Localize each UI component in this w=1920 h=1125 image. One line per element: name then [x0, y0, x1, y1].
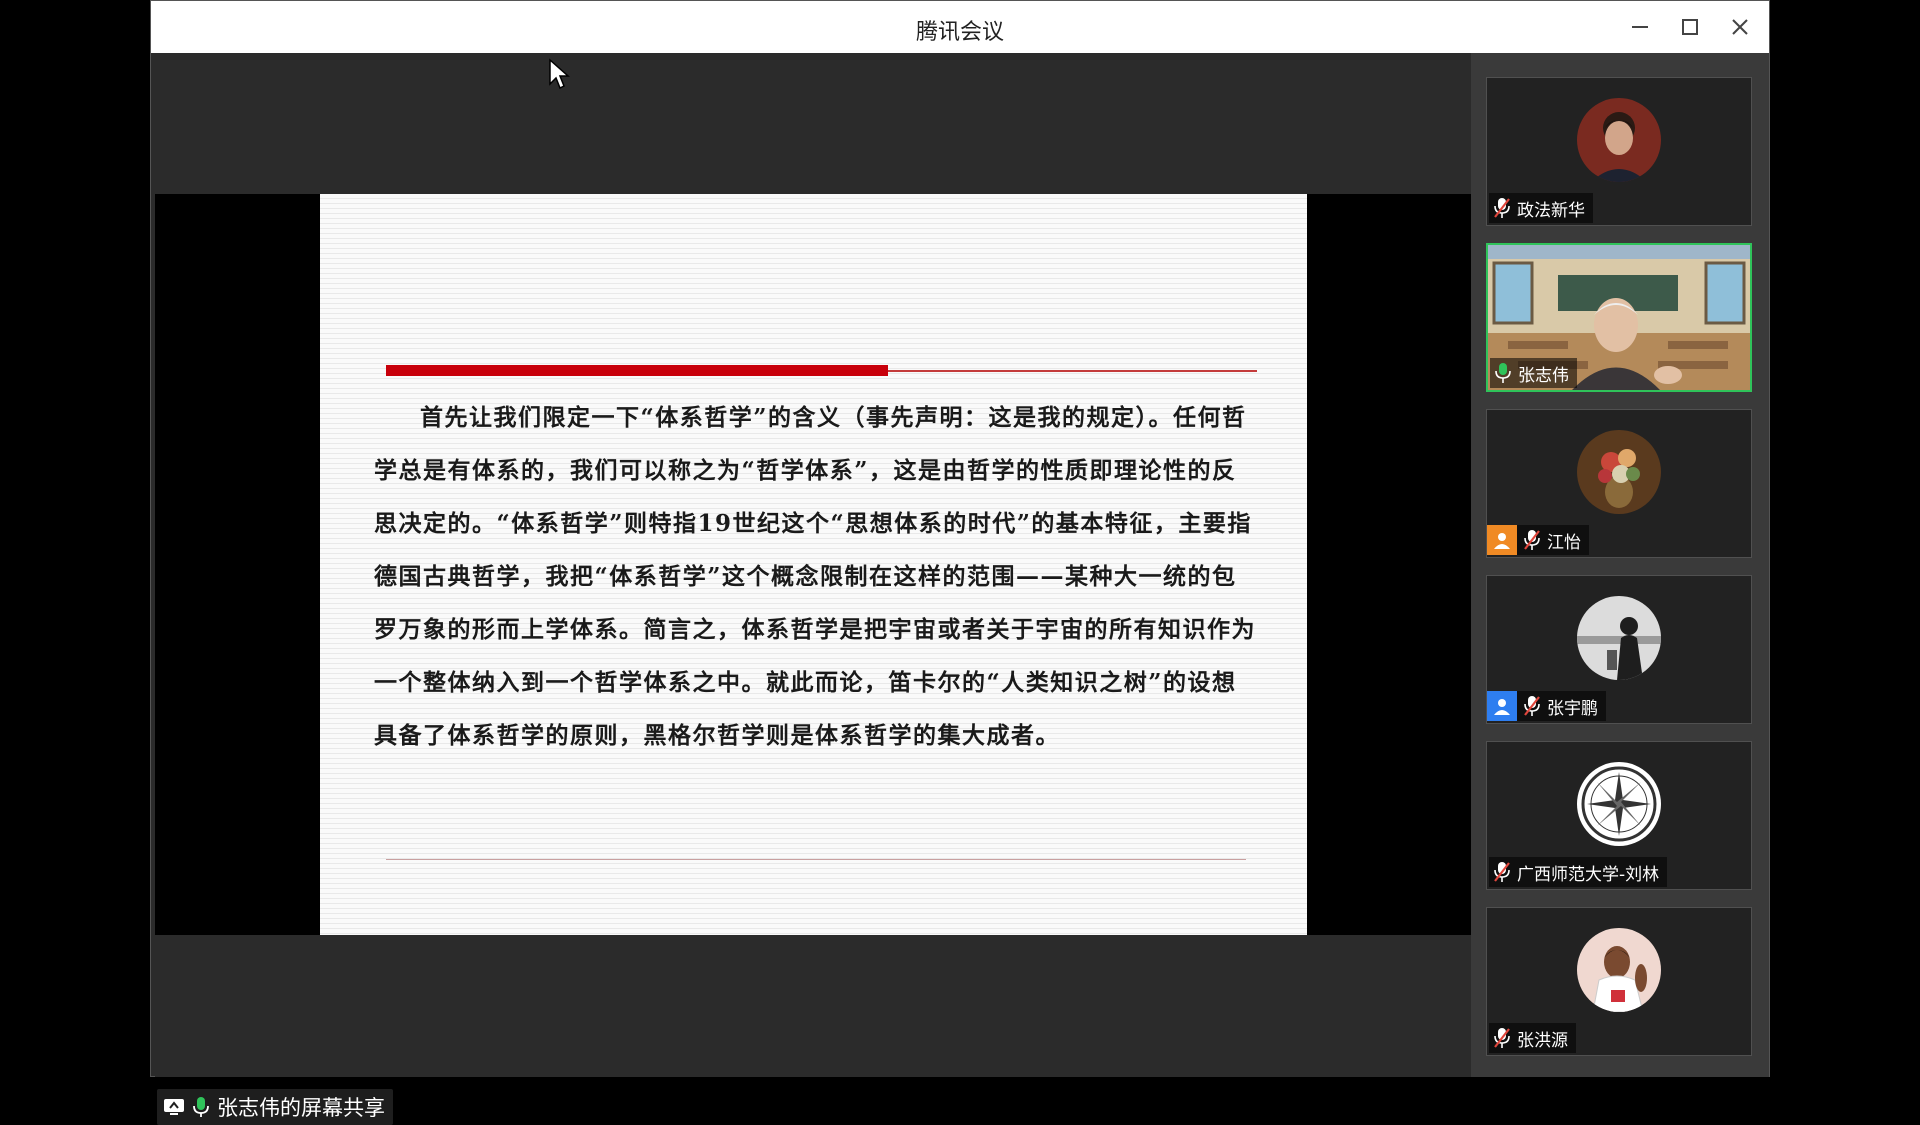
- slide-paragraph: 首先让我们限定一下“体系哲学”的含义（事先声明：这是我的规定）。任何哲学总是有体…: [374, 404, 1256, 749]
- participant-name: 张宇鹏: [1547, 698, 1598, 719]
- slide-accent-line: [888, 370, 1257, 372]
- participant-panel: 政法新华 张志伟 江怡 张宇鹏 广西师范大学-刘林 张洪源: [1471, 53, 1769, 1077]
- participant-nametag: 张志伟: [1490, 358, 1577, 388]
- maximize-icon: [1682, 19, 1698, 35]
- microphone-muted-icon: [1524, 530, 1540, 550]
- host-icon: [1494, 533, 1510, 549]
- participant-name: 政法新华: [1517, 200, 1585, 221]
- microphone-muted-icon: [1524, 696, 1540, 716]
- participant-tile[interactable]: 政法新华: [1486, 77, 1752, 226]
- participant-nametag: 张洪源: [1489, 1023, 1576, 1053]
- maximize-button[interactable]: [1672, 9, 1708, 45]
- avatar: [1577, 430, 1661, 514]
- participant-name: 江怡: [1547, 532, 1581, 553]
- avatar: [1577, 596, 1661, 680]
- participant-tile[interactable]: 江怡: [1486, 409, 1752, 558]
- participant-tile[interactable]: 广西师范大学-刘林: [1486, 741, 1752, 890]
- microphone-muted-icon: [1494, 198, 1510, 218]
- presentation-slide: 首先让我们限定一下“体系哲学”的含义（事先声明：这是我的规定）。任何哲学总是有体…: [320, 194, 1307, 935]
- participant-nametag: 广西师范大学-刘林: [1489, 857, 1668, 887]
- microphone-icon: [1495, 363, 1511, 383]
- title-bar[interactable]: 腾讯会议: [151, 1, 1769, 53]
- avatar: [1577, 98, 1661, 182]
- participant-nametag: 政法新华: [1489, 193, 1593, 223]
- screen-share-label: 张志伟的屏幕共享: [217, 1096, 385, 1120]
- minimize-icon: [1632, 26, 1648, 28]
- participant-name: 张志伟: [1518, 365, 1569, 386]
- microphone-icon: [193, 1097, 209, 1117]
- avatar: [1577, 928, 1661, 1012]
- microphone-muted-icon: [1494, 862, 1510, 882]
- participant-tile-active-speaker[interactable]: 张志伟: [1486, 243, 1752, 392]
- participant-nametag: 张宇鹏: [1487, 691, 1606, 721]
- participant-nametag: 江怡: [1487, 525, 1589, 555]
- screen-share-icon: [164, 1099, 184, 1115]
- participant-tile[interactable]: 张宇鹏: [1486, 575, 1752, 724]
- slide-body-text: 首先让我们限定一下“体系哲学”的含义（事先声明：这是我的规定）。任何哲学总是有体…: [374, 391, 1260, 762]
- participant-tile[interactable]: 张洪源: [1486, 907, 1752, 1056]
- participant-name: 广西师范大学-刘林: [1517, 864, 1660, 885]
- cohost-badge: [1487, 691, 1517, 721]
- participant-name: 张洪源: [1517, 1030, 1568, 1051]
- avatar: [1577, 762, 1661, 846]
- meeting-window: 腾讯会议 首先让我们限定一下“体系哲学”的含义（事先声明：这是我的规定）。任何哲…: [150, 0, 1770, 1125]
- window-title: 腾讯会议: [915, 20, 1004, 45]
- shared-screen-stage: 首先让我们限定一下“体系哲学”的含义（事先声明：这是我的规定）。任何哲学总是有体…: [155, 194, 1471, 935]
- slide-bottom-line: [386, 859, 1246, 860]
- mouse-cursor-icon: [549, 58, 570, 90]
- microphone-muted-icon: [1494, 1028, 1510, 1048]
- close-icon: [1732, 19, 1748, 35]
- slide-accent-bar: [386, 365, 888, 376]
- screen-share-status: 张志伟的屏幕共享: [157, 1089, 393, 1125]
- shared-screen-area: 首先让我们限定一下“体系哲学”的含义（事先声明：这是我的规定）。任何哲学总是有体…: [155, 53, 1471, 1125]
- close-button[interactable]: [1722, 9, 1758, 45]
- minimize-button[interactable]: [1622, 9, 1658, 45]
- cohost-icon: [1494, 699, 1510, 715]
- host-badge: [1487, 525, 1517, 555]
